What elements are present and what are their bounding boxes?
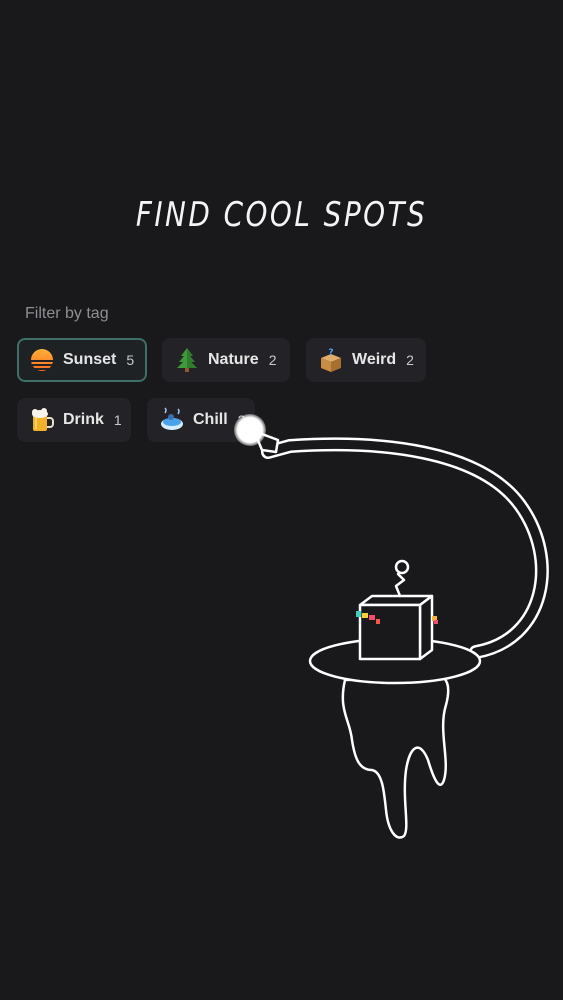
cursor-pointer — [234, 414, 266, 446]
robot-doodle-illustration — [252, 429, 549, 839]
